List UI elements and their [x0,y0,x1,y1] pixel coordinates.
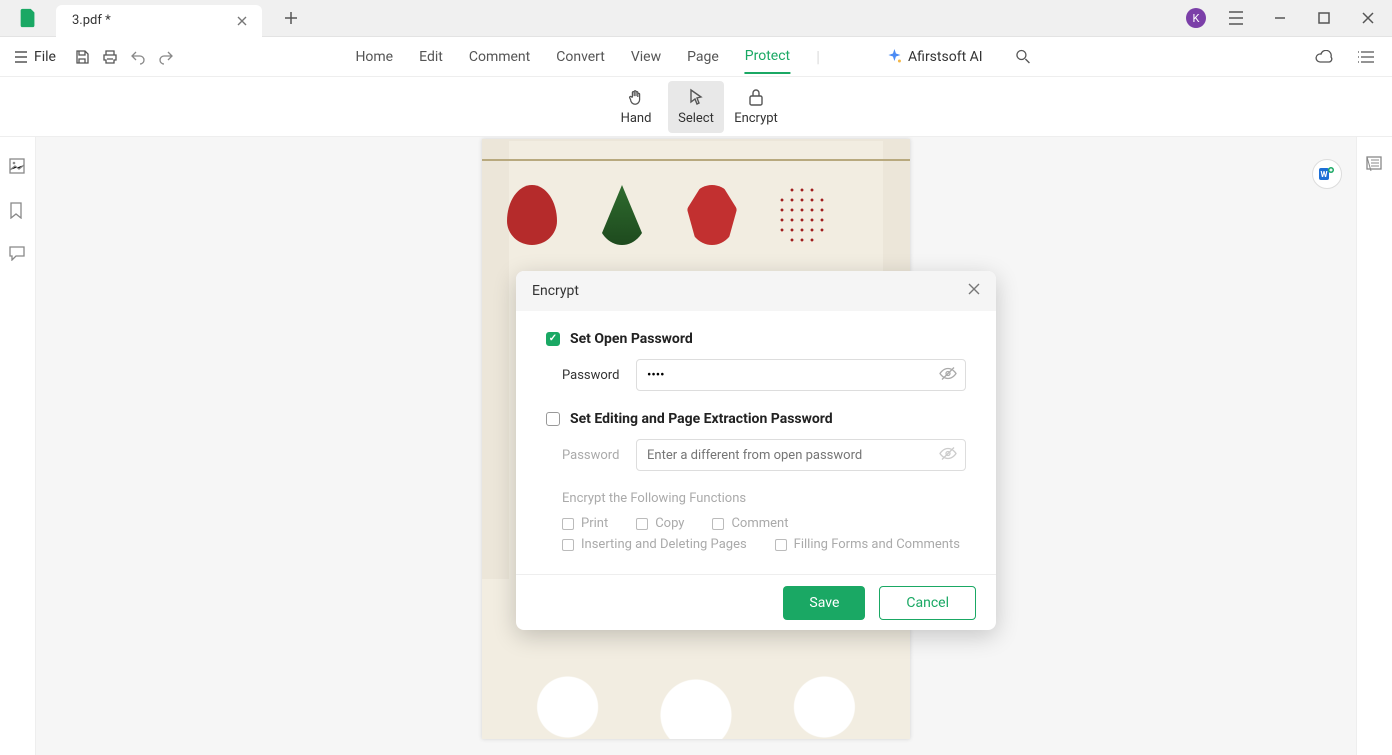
open-password-input[interactable] [647,360,929,390]
tool-encrypt[interactable]: Encrypt [728,81,784,133]
convert-to-word-icon[interactable]: W [1312,159,1342,189]
tool-hand[interactable]: Hand [608,81,664,133]
window-maximize-icon[interactable] [1310,4,1338,32]
fn-copy[interactable]: Copy [636,516,684,531]
svg-text:W: W [1321,170,1328,179]
encrypt-dialog: Encrypt Set Open Password Password Set E… [516,271,996,630]
cloud-icon[interactable] [1310,43,1338,71]
protect-toolbar: Hand Select Encrypt [0,77,1392,137]
app-logo-icon [14,4,42,32]
encrypt-functions-list-2: Inserting and Deleting Pages Filling For… [562,537,966,552]
fn-print[interactable]: Print [562,516,608,531]
edit-password-section: Set Editing and Page Extraction Password [546,411,966,427]
fn-filling-forms[interactable]: Filling Forms and Comments [775,537,960,552]
menu-comment[interactable]: Comment [469,41,530,73]
hamburger-menu-icon[interactable] [1222,4,1250,32]
menu-convert[interactable]: Convert [556,41,605,73]
title-bar: 3.pdf * K [0,0,1392,37]
bookmarks-icon[interactable] [8,201,28,221]
encrypt-functions-header: Encrypt the Following Functions [562,491,966,506]
open-password-input-wrap [636,359,966,391]
left-sidebar [0,137,36,755]
ai-button[interactable]: Afirstsoft AI [886,49,983,65]
menu-home[interactable]: Home [355,41,393,73]
dialog-header: Encrypt [516,271,996,311]
toggle-visibility-icon[interactable] [939,446,957,465]
file-menu-button[interactable]: File [14,49,56,65]
hamburger-icon [14,51,28,63]
menu-bar: File Home Edit Comment Convert View Page… [0,37,1392,77]
save-icon[interactable] [68,43,96,71]
tool-select[interactable]: Select [668,81,724,133]
sparkle-icon [886,49,902,65]
document-tab[interactable]: 3.pdf * [56,5,262,37]
close-tab-icon[interactable] [234,13,250,29]
thumbnails-icon[interactable] [8,157,28,177]
edit-password-label: Password [562,448,622,463]
edit-password-checkbox[interactable] [546,412,560,426]
new-tab-button[interactable] [276,3,306,33]
panel-toggle-icon[interactable] [1352,43,1380,71]
comments-panel-icon[interactable] [8,245,28,265]
search-icon[interactable] [1009,43,1037,71]
cancel-button[interactable]: Cancel [879,586,976,620]
dialog-title: Encrypt [532,283,579,299]
redo-icon[interactable] [152,43,180,71]
window-minimize-icon[interactable] [1266,4,1294,32]
cursor-icon [686,87,706,107]
open-password-section: Set Open Password [546,331,966,347]
edit-password-input[interactable] [647,440,929,470]
fn-insert-delete[interactable]: Inserting and Deleting Pages [562,537,747,552]
menu-page[interactable]: Page [687,41,719,73]
main-menu: Home Edit Comment Convert View Page Prot… [355,37,1036,77]
dialog-close-icon[interactable] [968,283,980,299]
menu-protect[interactable]: Protect [745,40,790,74]
fn-comment[interactable]: Comment [712,516,788,531]
print-icon[interactable] [96,43,124,71]
user-avatar[interactable]: K [1186,8,1206,28]
menu-view[interactable]: View [631,41,661,73]
open-password-checkbox[interactable] [546,332,560,346]
save-button[interactable]: Save [783,586,865,620]
menu-edit[interactable]: Edit [419,41,443,73]
window-close-icon[interactable] [1354,4,1382,32]
undo-icon[interactable] [124,43,152,71]
edit-password-input-wrap [636,439,966,471]
tab-title: 3.pdf * [72,13,222,28]
open-password-label: Password [562,368,622,383]
lock-icon [746,87,766,107]
right-sidebar [1356,137,1392,755]
properties-panel-icon[interactable] [1365,155,1385,175]
encrypt-functions-list: Print Copy Comment [562,516,966,531]
toggle-visibility-icon[interactable] [939,366,957,385]
dialog-footer: Save Cancel [516,574,996,630]
hand-icon [626,87,646,107]
